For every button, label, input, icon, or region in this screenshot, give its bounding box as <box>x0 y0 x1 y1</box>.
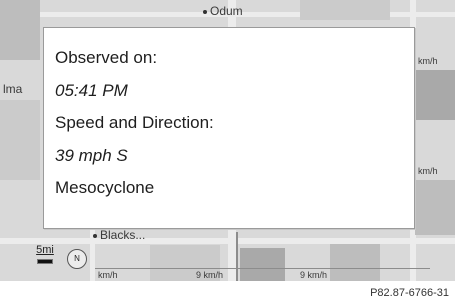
speed-tag: 9 km/h <box>300 270 328 280</box>
scale-bar-icon <box>37 259 53 264</box>
speed-tag: km/h <box>98 270 118 280</box>
phenomenon-type: Mesocyclone <box>55 178 155 197</box>
observed-on-label: Observed on: <box>55 48 158 67</box>
place-label-blacks: Blacks... <box>93 228 145 242</box>
compass-icon[interactable]: N <box>67 249 87 269</box>
place-label-ilma: lma <box>3 82 23 96</box>
speed-tag: km/h <box>418 56 438 66</box>
map-scale-indicator[interactable]: 5mi <box>32 244 58 270</box>
place-label-odum: Odum <box>203 4 243 18</box>
location-dot-icon <box>203 9 207 14</box>
speed-tag: km/h <box>418 166 438 176</box>
speed-direction-value: 39 mph S <box>55 145 128 165</box>
figure-reference-code: P82.87-6766-31 <box>370 287 449 299</box>
observed-on-value: 05:41 PM <box>55 80 128 100</box>
speed-tag: 9 km/h <box>196 270 224 280</box>
weather-event-popup: Observed on: 05:41 PM Speed and Directio… <box>43 27 415 229</box>
scale-label: 5mi <box>36 244 54 256</box>
location-dot-icon <box>93 233 97 238</box>
speed-direction-label: Speed and Direction: <box>55 113 214 132</box>
